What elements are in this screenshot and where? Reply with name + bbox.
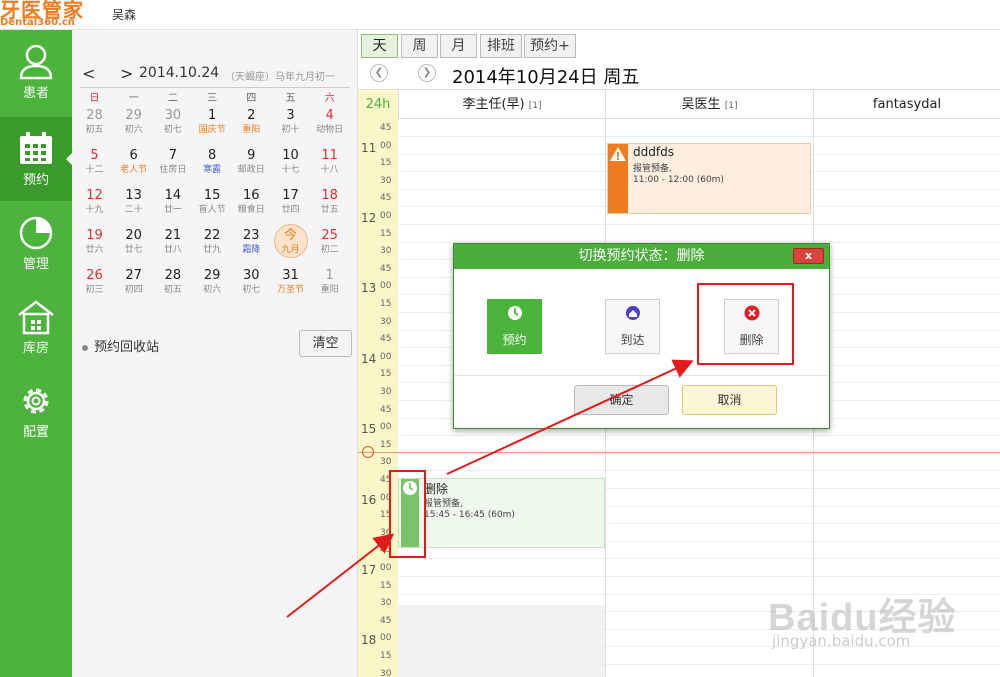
app-window: 牙医管家 Dental360.cn 吴森 患者 预约 管理 库房 配置 < > … — [0, 0, 1000, 677]
annotation-arrows — [286, 359, 694, 618]
annotation-arrow — [446, 359, 694, 475]
annotation-arrow — [286, 533, 395, 618]
